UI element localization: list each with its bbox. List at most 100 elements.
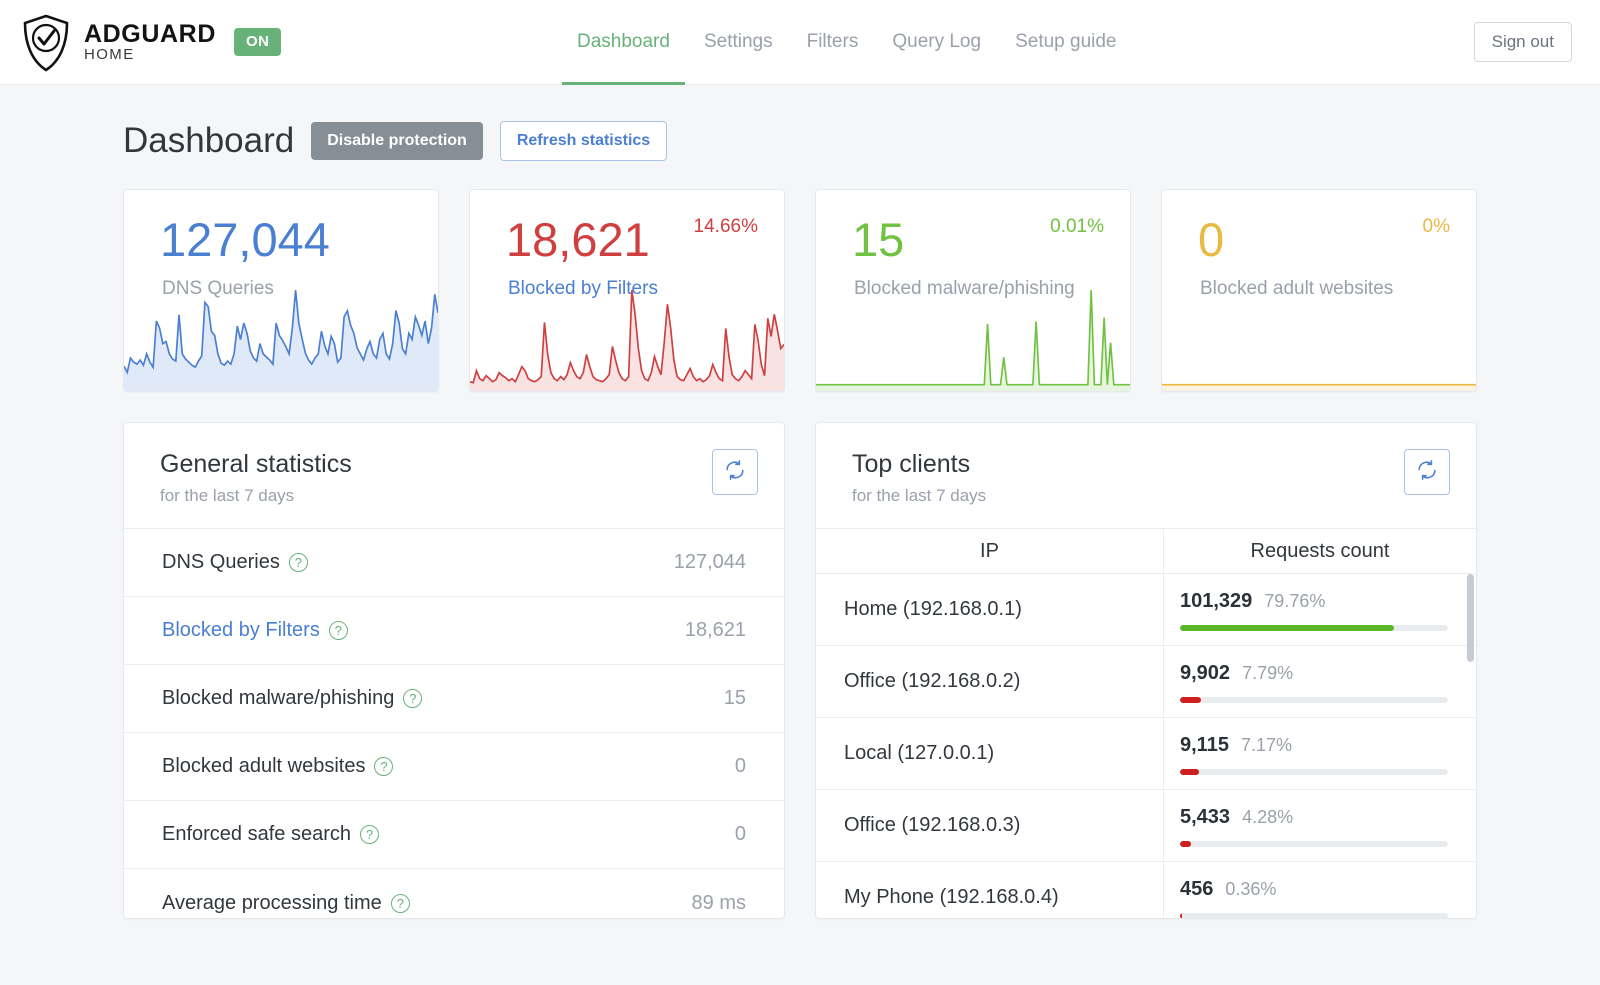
- stat-row-value: 89 ms: [691, 891, 746, 914]
- client-request-count: 9,115: [1180, 734, 1229, 757]
- refresh-top-clients-button[interactable]: [1404, 449, 1450, 495]
- top-clients-table-body: Home (192.168.0.1) 101,329 79.76% Office…: [816, 574, 1476, 918]
- stat-row-name: Average processing time?: [162, 892, 410, 915]
- client-ip-cell: Home (192.168.0.1): [816, 574, 1164, 646]
- stat-card-blocked-by-filters[interactable]: 18,621 14.66% Blocked by Filters: [469, 189, 785, 392]
- client-name: My Phone: [844, 886, 935, 909]
- panel-subtitle: for the last 7 days: [160, 486, 295, 506]
- client-address: (192.168.0.2): [901, 670, 1021, 693]
- stat-row-name: Enforced safe search?: [162, 823, 379, 846]
- client-request-count: 101,329: [1180, 590, 1253, 613]
- stat-row-value: 18,621: [684, 619, 746, 642]
- tab-settings[interactable]: Settings: [687, 0, 790, 84]
- stat-row-name: Blocked malware/phishing?: [162, 687, 423, 710]
- stat-card-value: 0: [1198, 213, 1225, 266]
- stat-card-blocked-adult-websites[interactable]: 0 0% Blocked adult websites: [1161, 189, 1477, 392]
- client-usage-bar: [1180, 769, 1448, 776]
- client-request-percent: 4.28%: [1242, 807, 1294, 828]
- sign-out-button[interactable]: Sign out: [1473, 22, 1572, 62]
- table-row: Office (192.168.0.2) 9,902 7.79%: [816, 646, 1476, 719]
- question-mark-icon[interactable]: ?: [360, 825, 379, 845]
- tab-filters[interactable]: Filters: [790, 0, 876, 84]
- stat-row: Blocked malware/phishing? 15: [124, 665, 784, 734]
- stat-card-value: 127,044: [160, 213, 330, 266]
- protection-status-badge[interactable]: ON: [233, 28, 282, 56]
- stat-row: Blocked adult websites? 0: [124, 733, 784, 802]
- general-statistics-panel: General statistics for the last 7 days D…: [123, 422, 785, 919]
- client-request-count: 456: [1180, 878, 1214, 901]
- panel-title: Top clients: [852, 450, 971, 478]
- client-request-percent: 0.36%: [1225, 879, 1277, 900]
- table-row: Office (192.168.0.3) 5,433 4.28%: [816, 790, 1476, 863]
- page-header-row: Dashboard Disable protection Refresh sta…: [123, 121, 1477, 161]
- stat-card-value: 18,621: [506, 213, 650, 266]
- general-statistics-header: General statistics for the last 7 days: [124, 423, 784, 530]
- refresh-general-statistics-button[interactable]: [712, 449, 758, 495]
- table-row: Local (127.0.0.1) 9,115 7.17%: [816, 718, 1476, 791]
- stat-row-value: 0: [734, 823, 746, 846]
- question-mark-icon[interactable]: ?: [328, 621, 348, 641]
- question-mark-icon[interactable]: ?: [288, 553, 308, 573]
- tab-query-log[interactable]: Query Log: [875, 0, 998, 84]
- table-row: My Phone (192.168.0.4) 456 0.36%: [816, 862, 1476, 918]
- disable-protection-button[interactable]: Disable protection: [311, 122, 483, 160]
- client-request-count: 5,433: [1180, 806, 1231, 829]
- client-requests-cell: 456 0.36%: [1164, 862, 1476, 918]
- question-mark-icon[interactable]: ?: [374, 757, 394, 777]
- panel-title: General statistics: [160, 450, 352, 478]
- stat-row: Blocked by Filters? 18,621: [124, 597, 784, 666]
- stat-card-value: 15: [852, 213, 905, 266]
- client-request-percent: 7.79%: [1242, 663, 1294, 684]
- panel-subtitle: for the last 7 days: [852, 486, 987, 506]
- brand-name: ADGUARD: [84, 19, 216, 48]
- column-header-ip[interactable]: IP: [816, 529, 1164, 574]
- stat-card-dns-queries[interactable]: 127,044 DNS Queries: [123, 189, 439, 392]
- top-clients-header: Top clients for the last 7 days: [816, 423, 1476, 530]
- client-requests-cell: 9,115 7.17%: [1164, 718, 1476, 789]
- client-name: Home: [844, 598, 898, 621]
- general-statistics-rows: DNS Queries? 127,044 Blocked by Filters?…: [124, 529, 784, 918]
- top-clients-panel: Top clients for the last 7 days IP Reque…: [815, 422, 1477, 919]
- top-clients-table-header: IP Requests count: [816, 529, 1476, 575]
- refresh-icon: [724, 459, 746, 486]
- stat-row-value: 15: [723, 687, 746, 710]
- client-ip-cell: Local (127.0.0.1): [816, 718, 1164, 790]
- question-mark-icon[interactable]: ?: [403, 689, 423, 709]
- top-navigation-bar: ADGUARD HOME ON Dashboard Settings Filte…: [0, 0, 1600, 85]
- client-ip-cell: Office (192.168.0.3): [816, 790, 1164, 862]
- stat-row-value: 127,044: [673, 551, 746, 574]
- table-row: Home (192.168.0.1) 101,329 79.76%: [816, 574, 1476, 647]
- panels-row: General statistics for the last 7 days D…: [123, 422, 1477, 919]
- stat-row-name[interactable]: Blocked by Filters?: [162, 619, 348, 642]
- brand-logo[interactable]: ADGUARD HOME: [22, 14, 216, 72]
- stat-row-value: 0: [734, 755, 746, 778]
- question-mark-icon[interactable]: ?: [390, 893, 410, 913]
- client-requests-cell: 5,433 4.28%: [1164, 790, 1476, 861]
- tab-setup-guide[interactable]: Setup guide: [998, 0, 1133, 84]
- client-requests-cell: 101,329 79.76%: [1164, 574, 1476, 645]
- stat-card-percent: 0%: [1422, 216, 1450, 237]
- refresh-statistics-button[interactable]: Refresh statistics: [499, 121, 668, 161]
- adguard-shield-icon: [22, 14, 70, 72]
- stat-row: Average processing time? 89 ms: [124, 869, 784, 918]
- client-usage-bar: [1180, 697, 1448, 704]
- brand-subtitle: HOME: [84, 45, 135, 63]
- client-usage-bar: [1180, 913, 1448, 918]
- column-header-requests-count[interactable]: Requests count: [1164, 529, 1476, 573]
- stat-card-percent: 14.66%: [693, 216, 758, 237]
- stat-card-blocked-malware-phishing[interactable]: 15 0.01% Blocked malware/phishing: [815, 189, 1131, 392]
- sparkline-chart-blocked-malware: [816, 286, 1130, 391]
- client-requests-cell: 9,902 7.79%: [1164, 646, 1476, 717]
- stat-row-name: Blocked adult websites?: [162, 755, 394, 778]
- client-name: Office: [844, 670, 896, 693]
- client-request-count: 9,902: [1180, 662, 1231, 685]
- stat-row: Enforced safe search? 0: [124, 801, 784, 870]
- client-name: Office: [844, 814, 896, 837]
- sparkline-chart-blocked-by-filters: [470, 286, 784, 391]
- tab-dashboard[interactable]: Dashboard: [560, 0, 687, 85]
- stat-cards-row: 127,044 DNS Queries 18,621 14.66% Blocke…: [123, 189, 1477, 392]
- table-scrollbar[interactable]: [1467, 574, 1474, 663]
- stat-row: DNS Queries? 127,044: [124, 529, 784, 598]
- stat-card-percent: 0.01%: [1050, 216, 1104, 237]
- main-nav-tabs: Dashboard Settings Filters Query Log Set…: [560, 0, 1134, 85]
